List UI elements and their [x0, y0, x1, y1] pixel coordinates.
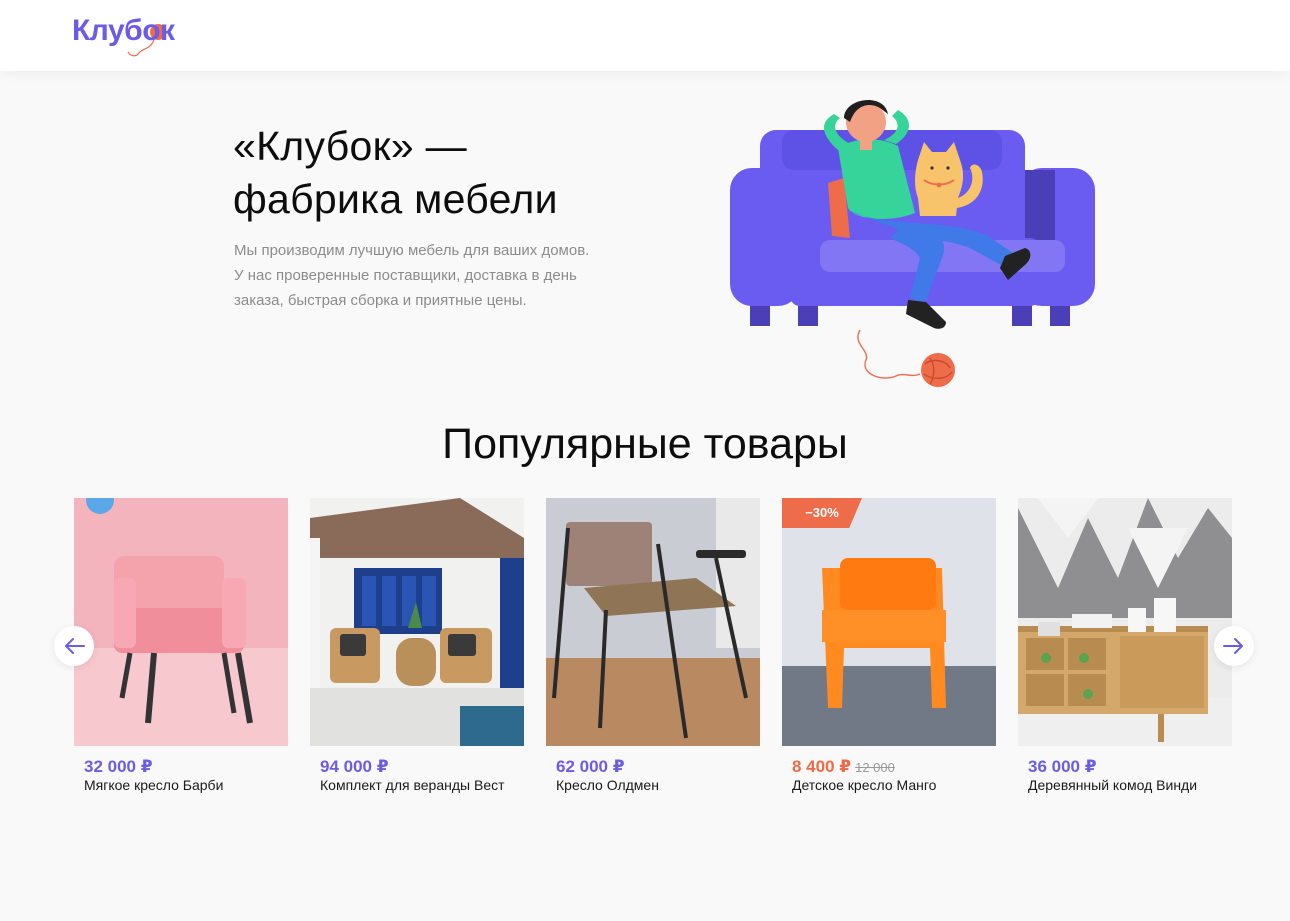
product-image[interactable]	[74, 498, 288, 746]
arrow-left-icon	[65, 638, 85, 654]
product-card[interactable]: 36 000 ₽ Деревянный комод Винди	[1018, 498, 1232, 803]
product-card[interactable]: 32 000 ₽ Мягкое кресло Барби	[74, 498, 288, 803]
product-name[interactable]: Деревянный комод Винди	[1028, 777, 1197, 793]
product-image[interactable]: −30%	[782, 498, 996, 746]
carousel-next-button[interactable]	[1214, 626, 1254, 666]
product-name[interactable]: Комплект для веранды Вест	[320, 777, 505, 793]
product-image[interactable]	[1018, 498, 1232, 746]
hero-text-line1: Мы производим лучшую мебель для ваших до…	[234, 242, 590, 259]
product-price: 94 000 ₽	[320, 757, 389, 776]
product-card[interactable]: 94 000 ₽ Комплект для веранды Вест	[310, 498, 524, 803]
site-header: Клубок	[0, 0, 1290, 71]
hero-title-line1: «Клубок» —	[233, 123, 467, 169]
product-price: 62 000 ₽	[556, 757, 625, 776]
product-name[interactable]: Детское кресло Манго	[792, 777, 936, 793]
product-card[interactable]: −30% 8 400 ₽12 000 Детское кресло Манго	[782, 498, 996, 803]
logo-text: Клубок	[72, 14, 175, 47]
sofa-person-cat-illustration	[730, 100, 1095, 387]
arrow-right-icon	[1223, 638, 1243, 654]
product-image[interactable]	[546, 498, 760, 746]
discount-badge: −30%	[782, 498, 862, 528]
hero-text-line3: заказа, быстрая сборка и приятные цены.	[234, 292, 527, 309]
product-name[interactable]: Кресло Олдмен	[556, 777, 659, 793]
product-carousel: 32 000 ₽ Мягкое кресло Барби 94 000 ₽ Ко…	[74, 498, 1234, 808]
sale-price: 8 400 ₽	[792, 757, 852, 776]
carousel-prev-button[interactable]	[54, 626, 94, 666]
hero-text-line2: У нас проверенные поставщики, доставка в…	[234, 267, 577, 284]
product-card[interactable]: 62 000 ₽ Кресло Олдмен	[546, 498, 760, 803]
product-price: 8 400 ₽12 000	[792, 757, 895, 777]
hero-description: Мы производим лучшую мебель для ваших до…	[234, 238, 644, 313]
product-image[interactable]	[310, 498, 524, 746]
hero-illustration	[720, 88, 1110, 398]
product-name[interactable]: Мягкое кресло Барби	[84, 777, 223, 793]
product-price: 32 000 ₽	[84, 757, 153, 776]
old-price: 12 000	[855, 760, 895, 775]
hero-title-line2: фабрика мебели	[233, 176, 558, 222]
product-price: 36 000 ₽	[1028, 757, 1097, 776]
popular-title: Популярные товары	[442, 420, 848, 468]
hero-title: «Клубок» — фабрика мебели	[233, 120, 693, 226]
logo[interactable]: Клубок	[70, 10, 200, 60]
